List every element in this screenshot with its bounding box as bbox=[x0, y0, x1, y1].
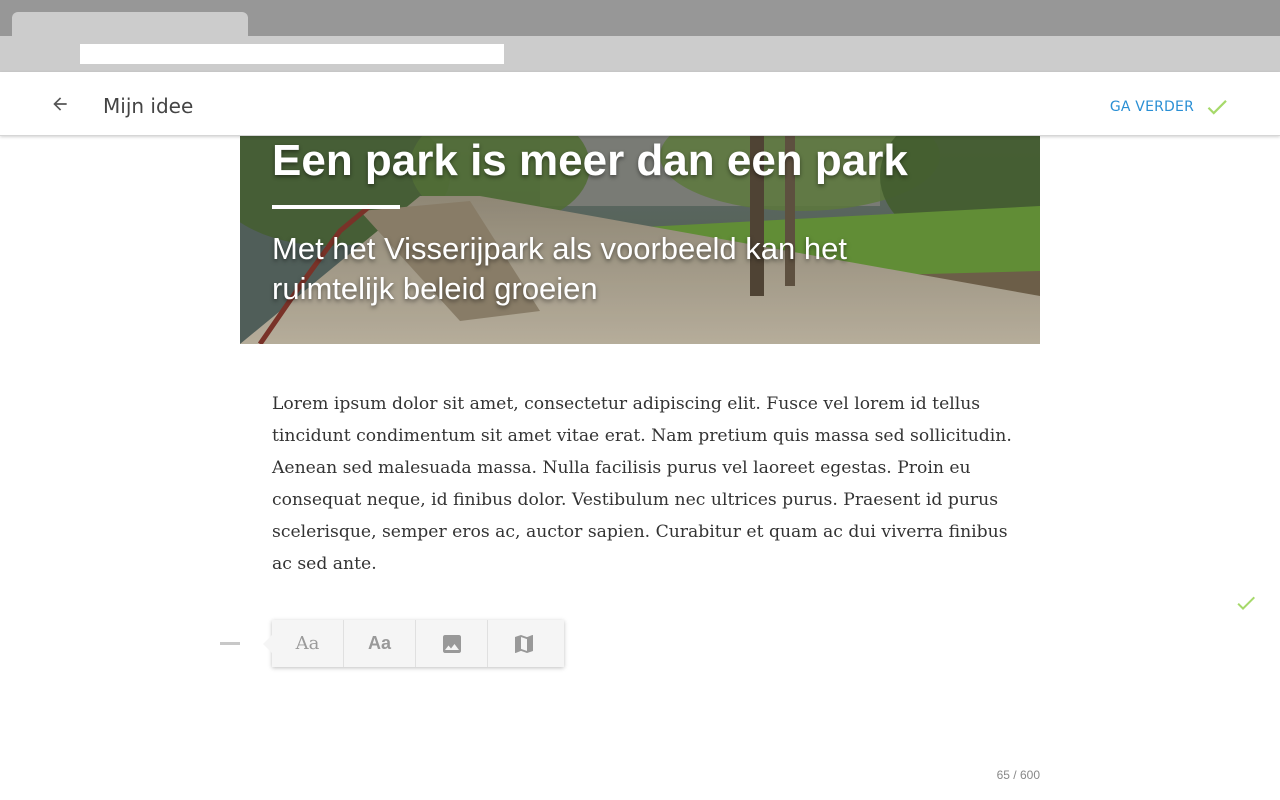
back-button[interactable] bbox=[44, 88, 76, 120]
page-title: Mijn idee bbox=[103, 94, 194, 118]
check-icon bbox=[1207, 100, 1227, 115]
hero-banner: Een park is meer dan een park Met het Vi… bbox=[240, 136, 1040, 344]
sans-text-button[interactable]: Aa bbox=[344, 620, 416, 667]
map-icon bbox=[515, 634, 533, 653]
character-counter: 65 / 600 bbox=[996, 768, 1040, 782]
browser-toolbar bbox=[0, 36, 1280, 72]
continue-label: GA VERDER bbox=[1109, 99, 1194, 115]
hero-title[interactable]: Een park is meer dan een park bbox=[272, 136, 908, 186]
image-icon bbox=[442, 634, 461, 653]
app-header: Mijn idee GA VERDER bbox=[0, 72, 1280, 136]
hero-subtitle[interactable]: Met het Visserijpark als voorbeeld kan h… bbox=[272, 229, 852, 309]
address-bar[interactable] bbox=[80, 44, 504, 64]
insert-toolbar: Aa Aa bbox=[263, 620, 564, 667]
insert-image-button[interactable] bbox=[416, 620, 488, 667]
collapse-handle[interactable] bbox=[220, 642, 240, 645]
browser-tab[interactable] bbox=[12, 12, 248, 38]
hero-divider bbox=[272, 205, 400, 209]
article-body[interactable]: Lorem ipsum dolor sit amet, consectetur … bbox=[272, 388, 1012, 580]
serif-text-button[interactable]: Aa bbox=[272, 620, 344, 667]
browser-tabstrip bbox=[0, 0, 1280, 38]
continue-button[interactable]: GA VERDER bbox=[1110, 94, 1230, 120]
arrow-back-icon bbox=[53, 97, 67, 111]
insert-map-button[interactable] bbox=[488, 620, 560, 667]
check-icon[interactable] bbox=[1234, 591, 1258, 615]
